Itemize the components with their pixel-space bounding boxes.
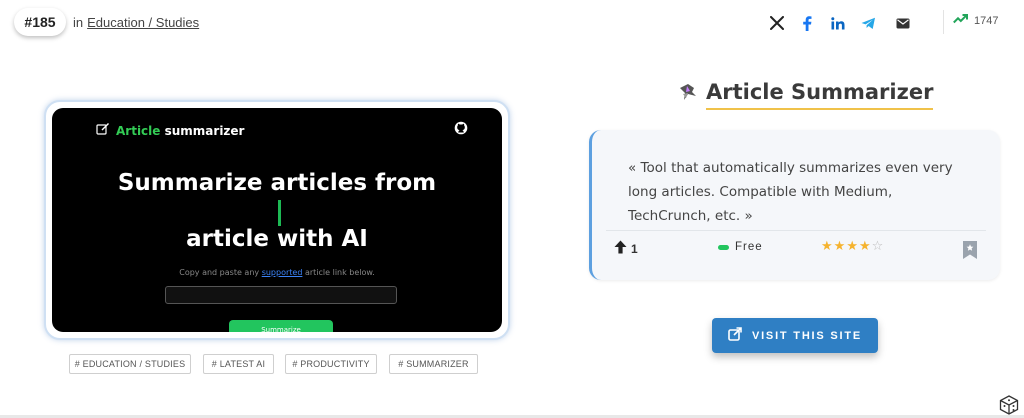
pricing-label: Free <box>735 241 763 253</box>
card-divider <box>606 230 986 231</box>
preview-headline: Summarize articles from <box>117 170 437 196</box>
preview-logo-white: summarizer <box>164 123 245 138</box>
upvote-count: 1 <box>631 241 638 256</box>
linkedin-icon[interactable] <box>829 14 847 32</box>
preview-sub-link: supported <box>261 268 303 277</box>
star-empty-icon: ☆ <box>871 238 885 253</box>
header-divider <box>943 10 944 34</box>
preview-sub-before: Copy and paste any <box>179 268 260 277</box>
tag-education-studies[interactable]: # EDUCATION / STUDIES <box>69 354 191 374</box>
star-filled-icon: ★ <box>846 238 859 253</box>
star-filled-icon: ★ <box>858 238 872 253</box>
tool-name: Article Summarizer <box>706 80 934 110</box>
category-line: in Education / Studies <box>73 15 199 30</box>
views-counter: 1747 <box>953 14 998 27</box>
preview-sub-after: article link below. <box>304 268 375 277</box>
pricing-badge: Free <box>718 241 763 253</box>
tool-description: « Tool that automatically summarizes eve… <box>628 160 953 224</box>
visit-site-label: VISIT THIS SITE <box>751 329 863 342</box>
email-icon[interactable] <box>894 14 912 32</box>
preview-logo: Article summarizer <box>96 122 244 139</box>
visit-site-button[interactable]: VISIT THIS SITE <box>712 318 878 353</box>
external-link-icon <box>728 327 742 344</box>
tag-summarizer[interactable]: # SUMMARIZER <box>389 354 478 374</box>
views-count: 1747 <box>974 14 999 27</box>
tool-title: Article Summarizer <box>676 80 934 110</box>
rank-badge: #185 <box>14 8 66 36</box>
site-preview[interactable]: Article summarizer Summarize articles fr… <box>44 100 510 340</box>
category-link[interactable]: Education / Studies <box>87 15 199 30</box>
rating-stars: ★★★★☆ <box>821 238 884 254</box>
category-prefix: in <box>73 15 84 30</box>
star-filled-icon: ★ <box>821 238 834 253</box>
upvote-button[interactable]: 1 <box>614 240 638 257</box>
github-icon <box>454 120 468 139</box>
trending-icon <box>953 14 968 27</box>
telegram-icon[interactable] <box>859 14 877 32</box>
edit-icon <box>96 122 110 139</box>
arrow-up-icon <box>614 240 627 257</box>
preview-cursor <box>278 200 281 226</box>
preview-logo-green: Article <box>116 123 161 138</box>
preview-image: Article summarizer Summarize articles fr… <box>52 108 502 332</box>
preview-subtext: Copy and paste any supported article lin… <box>52 268 502 277</box>
free-indicator-icon <box>718 244 729 250</box>
star-filled-icon: ★ <box>833 238 847 253</box>
preview-headline-2: article with AI <box>186 226 368 252</box>
preview-input <box>165 286 397 304</box>
tag-latest-ai[interactable]: # LATEST AI <box>203 354 274 374</box>
tag-productivity[interactable]: # PRODUCTIVITY <box>285 354 377 374</box>
facebook-icon[interactable] <box>798 14 816 32</box>
description-card: « Tool that automatically summarizes eve… <box>589 130 1000 280</box>
tool-logo-icon <box>676 82 698 109</box>
bookmark-icon[interactable] <box>962 240 978 265</box>
preview-button: Summarize <box>229 320 333 332</box>
x-icon[interactable] <box>768 14 786 32</box>
